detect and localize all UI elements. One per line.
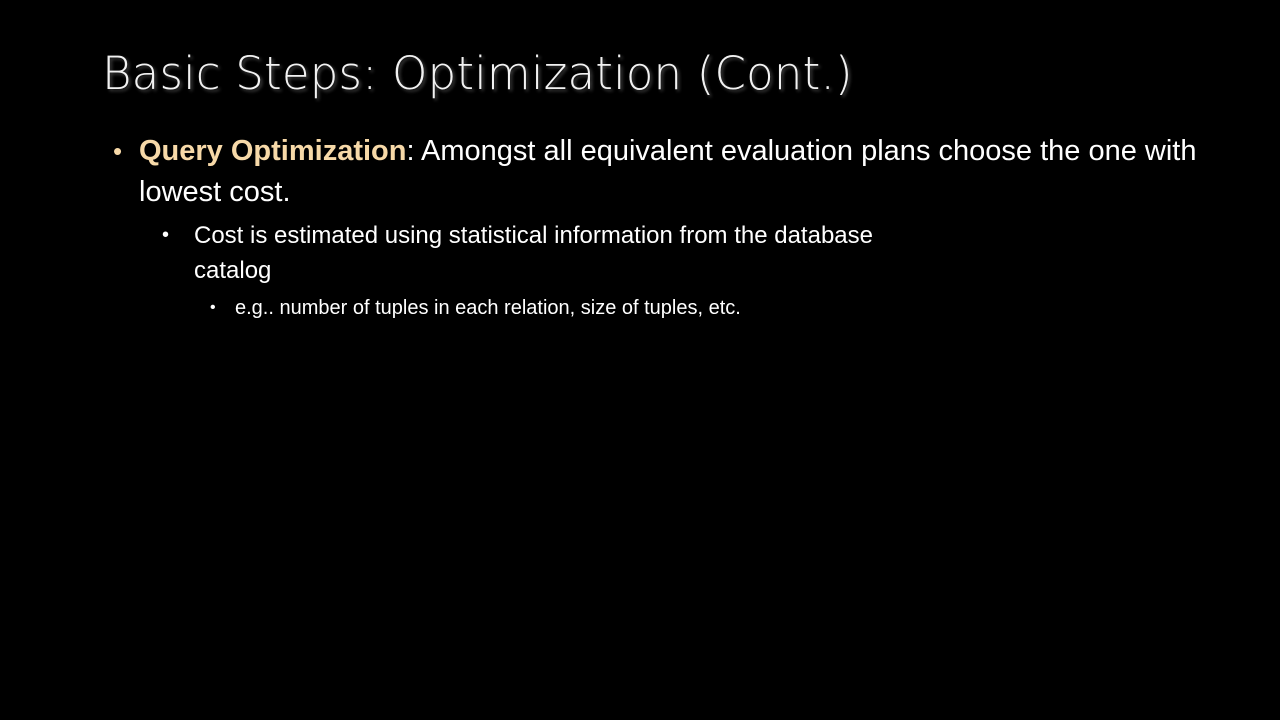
bullet-level-1: • Query Optimization: Amongst all equiva…	[113, 131, 1213, 213]
bullet-text: Cost is estimated using statistical info…	[194, 222, 873, 284]
bullet-level-2: • Cost is estimated using statistical in…	[162, 218, 914, 288]
slide: Basic Steps: Optimization (Cont.) • Quer…	[0, 0, 1280, 720]
slide-title: Basic Steps: Optimization (Cont.)	[102, 47, 853, 100]
highlighted-term: Query Optimization	[139, 135, 407, 167]
bullet-level-3: • e.g.. number of tuples in each relatio…	[210, 294, 1135, 322]
bullet-marker: •	[113, 136, 123, 166]
bullet-text: Query Optimization: Amongst all equivale…	[139, 131, 1199, 213]
bullet-marker: •	[210, 299, 216, 316]
bullet-marker: •	[162, 224, 170, 246]
bullet-text: e.g.. number of tuples in each relation,…	[235, 297, 741, 319]
